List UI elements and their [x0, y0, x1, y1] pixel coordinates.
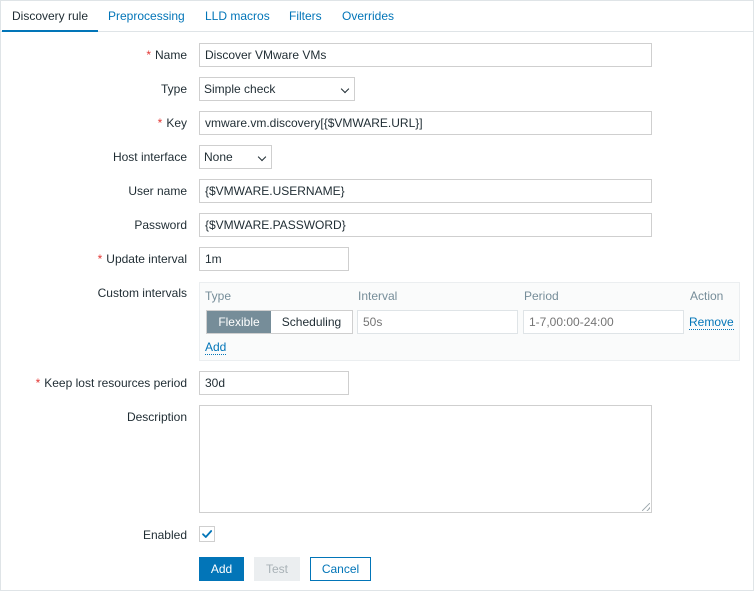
- required-marker: *: [35, 376, 41, 390]
- enabled-label: Enabled: [142, 528, 187, 542]
- required-marker: *: [146, 48, 151, 62]
- keep-lost-input[interactable]: [199, 371, 349, 395]
- interval-type-toggle: Flexible Scheduling: [206, 310, 353, 334]
- name-label: * Name: [146, 48, 187, 62]
- period-input[interactable]: [523, 310, 684, 334]
- keep-lost-label: * Keep lost resources period: [35, 376, 187, 390]
- name-input[interactable]: [199, 43, 652, 67]
- flexible-option[interactable]: Flexible: [207, 311, 271, 333]
- tab-preprocessing[interactable]: Preprocessing: [108, 1, 185, 32]
- ci-header-interval: Interval: [358, 289, 398, 303]
- tab-filters[interactable]: Filters: [289, 1, 322, 32]
- enabled-checkbox[interactable]: [199, 526, 215, 542]
- chevron-down-icon: [257, 152, 267, 162]
- key-label: * Key: [157, 116, 187, 130]
- key-input[interactable]: [199, 111, 652, 135]
- scheduling-option[interactable]: Scheduling: [271, 311, 352, 333]
- tab-bar: Discovery rule Preprocessing LLD macros …: [1, 1, 753, 32]
- tab-discovery-rule[interactable]: Discovery rule: [2, 1, 98, 32]
- ci-header-action: Action: [690, 289, 724, 303]
- password-input[interactable]: [199, 213, 652, 237]
- host-interface-label: Host interface: [112, 150, 187, 164]
- check-icon: [202, 530, 213, 538]
- custom-intervals-table: Type Interval Period Action Flexible Sch…: [199, 282, 740, 361]
- chevron-down-icon: [340, 84, 350, 94]
- add-interval-link[interactable]: Add: [205, 340, 227, 355]
- add-button[interactable]: Add: [199, 557, 244, 581]
- type-label: Type: [160, 82, 187, 96]
- update-interval-label: * Update interval: [97, 252, 187, 266]
- ci-header-type: Type: [205, 289, 232, 303]
- test-button[interactable]: Test: [254, 557, 300, 581]
- tab-lld-macros[interactable]: LLD macros: [205, 1, 270, 32]
- interval-input[interactable]: [357, 310, 518, 334]
- cancel-button[interactable]: Cancel: [310, 557, 371, 581]
- description-label: Description: [126, 410, 187, 424]
- user-name-input[interactable]: [199, 179, 652, 203]
- description-textarea[interactable]: [199, 405, 652, 513]
- required-marker: *: [157, 116, 163, 130]
- required-marker: *: [97, 252, 103, 266]
- host-interface-select[interactable]: None: [199, 145, 272, 169]
- resize-grip-icon[interactable]: [642, 503, 650, 511]
- password-label: Password: [134, 218, 187, 232]
- ci-header-period: Period: [524, 289, 559, 303]
- type-select[interactable]: Simple check: [199, 77, 355, 101]
- user-name-label: User name: [128, 184, 187, 198]
- update-interval-input[interactable]: [199, 247, 349, 271]
- tab-overrides[interactable]: Overrides: [342, 1, 394, 32]
- remove-interval-link[interactable]: Remove: [689, 315, 734, 330]
- custom-intervals-label: Custom intervals: [97, 286, 187, 300]
- discovery-rule-form: Discovery rule Preprocessing LLD macros …: [0, 0, 754, 591]
